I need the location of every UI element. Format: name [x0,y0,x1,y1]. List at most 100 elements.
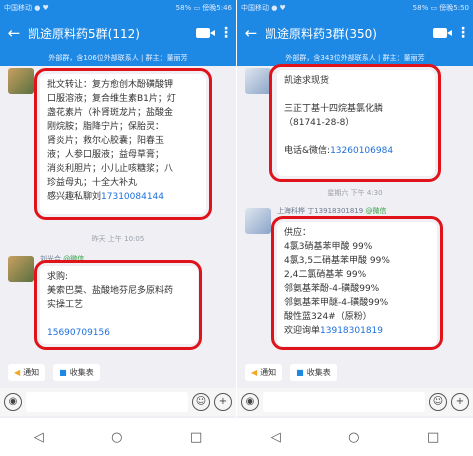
status-bar: 中国移动 ● ♥ 58% ▭ 傍晚5:46 [0,0,236,16]
message-line: 2,4二氯硝基苯 99% [284,270,367,280]
nav-back-icon[interactable]: ◁ [34,430,44,445]
form-label: 收集表 [69,367,94,377]
chat-pane-left: 中国移动 ● ♥ 58% ▭ 傍晚5:46 ← 凯途原料药5群(112) ⋮ 外… [0,0,236,456]
contact-text: 欢迎询单 [284,326,321,336]
group-info-banner[interactable]: 外部群，含106位外部联系人 | 群主：董丽芳 [0,50,236,66]
message-line: 批文转让：复方愈创木酚磺酸钾 [47,80,174,90]
status-bar: 中国移动 ● ♥ 58% ▭ 傍晚5:50 [237,0,473,16]
sender-name: 刘光合 @微信 [40,254,84,264]
screenshot: 中国移动 ● ♥ 58% ▭ 傍晚5:46 ← 凯途原料药5群(112) ⋮ 外… [0,0,473,456]
message-line: 珍益母丸；十全大补丸 [47,178,138,188]
emoji-icon[interactable]: ☺ [429,393,447,411]
avatar[interactable] [8,256,34,282]
more-options-icon[interactable]: ⋮ [216,25,236,41]
back-arrow-icon[interactable]: ← [237,24,265,42]
system-nav-bar: ◁ ○ □ [237,418,473,456]
nav-home-icon[interactable]: ○ [348,430,359,445]
message-input[interactable] [26,392,188,412]
notice-button[interactable]: ◀ 通知 [245,363,283,381]
message-line: 4氯3,5二硝基苯甲酸 99% [284,256,390,266]
message-line: 求购: [47,272,69,282]
avatar[interactable] [245,208,271,234]
message-line: 实操工艺 [47,300,84,310]
contact-text: 感兴趣私聊刘 [47,192,102,202]
message-line: （81741-28-8） [284,118,355,128]
message-line: 欢迎询单13918301819 [284,324,430,338]
group-info-banner[interactable]: 外部群，含343位外部联系人 | 群主：董丽芳 [237,50,473,66]
sender-name: 上海科桦 丁13918301819 @微信 [277,206,386,216]
message-input[interactable] [263,392,425,412]
message-line: 4氯3硝基苯甲酸 99% [284,242,373,252]
message-line: 供应： [284,228,312,238]
nav-back-icon[interactable]: ◁ [271,430,281,445]
phone-link[interactable]: 17310084144 [101,192,164,202]
video-call-icon[interactable] [427,28,453,38]
voice-icon[interactable]: ◉ [4,393,22,411]
message-line: 消炎利胆片；小儿止咳糖浆；八 [47,164,174,174]
nav-recent-icon[interactable]: □ [190,430,202,445]
message-line: 口服溶液；复合维生素B1片；灯 [47,94,176,104]
message-line: 感兴趣私聊刘17310084144 [47,190,199,204]
message-bubble[interactable]: 供应： 4氯3硝基苯甲酸 99% 4氯3,5二硝基苯甲酸 99% 2,4二氯硝基… [277,222,437,346]
sender-label: 刘光合 [40,255,61,263]
video-call-icon[interactable] [190,28,216,38]
status-carrier: 中国移动 ● ♥ [241,4,286,12]
nav-recent-icon[interactable]: □ [427,430,439,445]
message-line: 刚烷胺；脂降宁片；保胎灵： [47,122,165,132]
message-line: 邻氨基苯甲醚-4-磺酸99% [284,298,389,308]
status-time: 58% ▭ 傍晚5:46 [175,4,232,12]
wechat-tag: @微信 [63,255,85,263]
form-button[interactable]: ■ 收集表 [290,363,337,381]
chat-title: 凯途原料药3群(350) [265,26,377,41]
system-nav-bar: ◁ ○ □ [0,418,236,456]
message-line: 美索巴莫、盐酸地芬尼多原料药 [47,286,174,296]
nav-home-icon[interactable]: ○ [111,430,122,445]
form-label: 收集表 [306,367,331,377]
input-row: ◉ ☺ + [0,388,236,416]
phone-link[interactable]: 15690709156 [47,326,191,340]
message-line: 三正丁基十四烷基氯化膦 [284,104,384,114]
message-bubble[interactable]: 求购: 美索巴莫、盐酸地芬尼多原料药 实操工艺 15690709156 [40,266,198,344]
voice-icon[interactable]: ◉ [241,393,259,411]
timestamp: 昨天 上午 10:05 [91,235,145,243]
plus-icon[interactable]: + [451,393,469,411]
app-bar: ← 凯途原料药3群(350) ⋮ [237,16,473,50]
form-icon: ■ [296,367,304,377]
message-bubble[interactable]: 凯途求现货 三正丁基十四烷基氯化膦 （81741-28-8） 电话&微信:132… [277,70,435,176]
message-line: 邻氨基苯酚-4-磺酸99% [284,284,380,294]
timestamp: 星期六 下午 4:30 [327,189,383,197]
message-line: 酸性蓝324#（原粉） [284,312,372,322]
quick-bar: ◀ 通知 ■ 收集表 [237,360,473,384]
wechat-tag: @微信 [365,207,387,215]
contact-text: 电话&微信: [284,146,331,156]
notice-label: 通知 [23,367,40,377]
megaphone-icon: ◀ [14,367,21,377]
message-bubble[interactable]: 批文转让：复方愈创木酚磺酸钾 口服溶液；复合维生素B1片；灯 盏花素片（补肾斑龙… [40,74,206,214]
phone-link[interactable]: 13260106984 [330,146,393,156]
quick-bar: ◀ 通知 ■ 收集表 [0,360,236,384]
input-row: ◉ ☺ + [237,388,473,416]
notice-button[interactable]: ◀ 通知 [8,363,46,381]
status-carrier: 中国移动 ● ♥ [4,4,49,12]
back-arrow-icon[interactable]: ← [0,24,28,42]
message-line: 盏花素片（补肾斑龙片；盐酸金 [47,108,174,118]
avatar[interactable] [245,68,271,94]
app-bar: ← 凯途原料药5群(112) ⋮ [0,16,236,50]
plus-icon[interactable]: + [214,393,232,411]
emoji-icon[interactable]: ☺ [192,393,210,411]
phone-link[interactable]: 13918301819 [320,326,383,336]
form-icon: ■ [59,367,67,377]
avatar[interactable] [8,68,34,94]
sender-label: 上海科桦 丁13918301819 [277,207,364,215]
message-line: 凯途求现货 [284,76,330,86]
status-time: 58% ▭ 傍晚5:50 [412,4,469,12]
message-line: 液；人参口服液；益母草膏； [47,150,165,160]
megaphone-icon: ◀ [251,367,258,377]
form-button[interactable]: ■ 收集表 [53,363,100,381]
notice-label: 通知 [260,367,277,377]
message-line: 肾炎片；救尔心胶囊；阳春玉 [47,136,165,146]
more-options-icon[interactable]: ⋮ [453,25,473,41]
